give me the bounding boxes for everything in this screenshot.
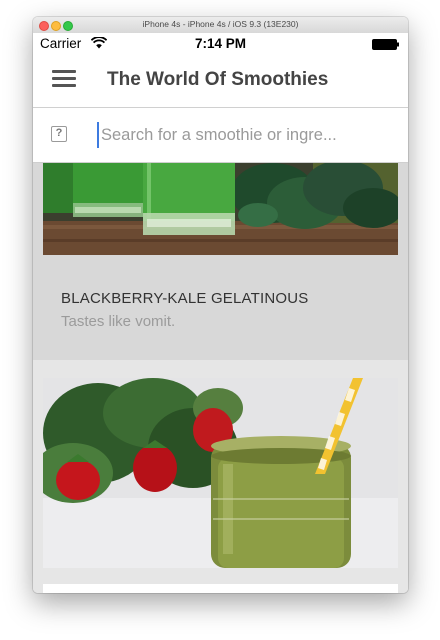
- recipe-card[interactable]: [33, 360, 408, 593]
- recipe-card-footer: [43, 584, 398, 593]
- search-input[interactable]: [97, 122, 391, 148]
- recipe-image: [43, 163, 398, 255]
- hamburger-menu-icon[interactable]: [52, 70, 76, 88]
- recipe-feed[interactable]: BLACKBERRY-KALE GELATINOUS Tastes like v…: [33, 163, 408, 593]
- recipe-title: BLACKBERRY-KALE GELATINOUS: [61, 290, 309, 307]
- page-title: The World Of Smoothies: [107, 69, 329, 90]
- simulator-window: iPhone 4s - iPhone 4s / iOS 9.3 (13E230)…: [33, 17, 408, 593]
- missing-image-icon: ?: [51, 126, 67, 142]
- recipe-card[interactable]: BLACKBERRY-KALE GELATINOUS Tastes like v…: [33, 163, 408, 360]
- recipe-subtitle: Tastes like vomit.: [61, 313, 176, 330]
- simulator-titlebar: iPhone 4s - iPhone 4s / iOS 9.3 (13E230): [33, 17, 408, 34]
- simulator-title: iPhone 4s - iPhone 4s / iOS 9.3 (13E230): [142, 19, 299, 29]
- search-bar: ?: [33, 108, 408, 163]
- app-header: The World Of Smoothies: [33, 55, 408, 108]
- status-time: 7:14 PM: [194, 36, 247, 51]
- status-bar: Carrier 7:14 PM: [33, 33, 408, 55]
- recipe-image: [43, 378, 398, 568]
- battery-icon: [372, 39, 399, 50]
